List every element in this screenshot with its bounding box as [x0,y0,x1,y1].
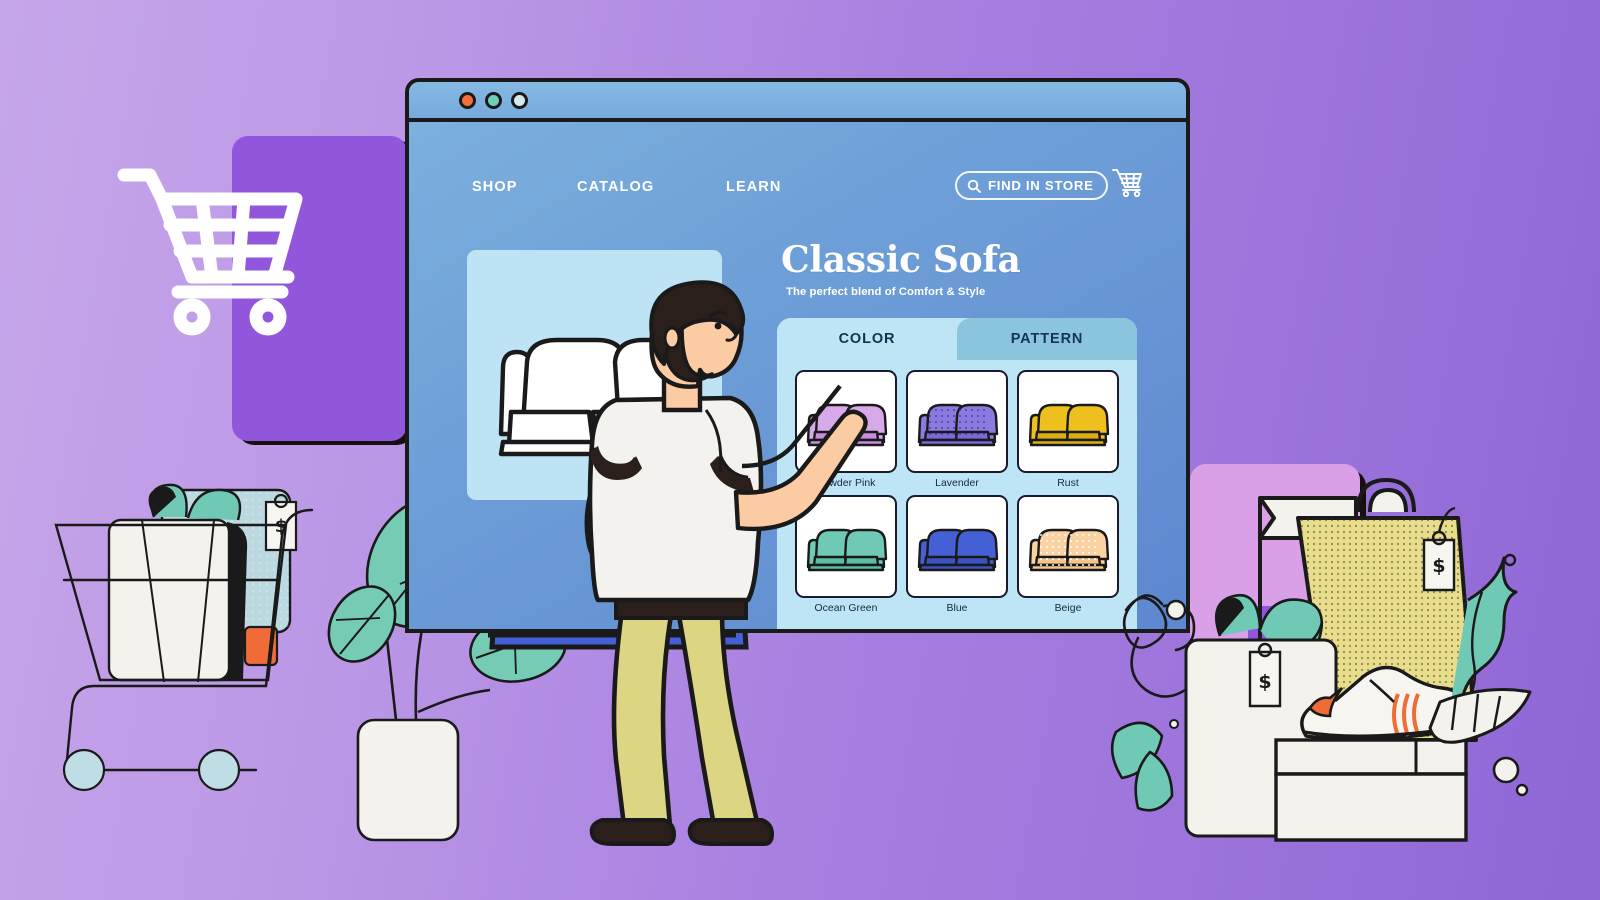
color-swatch-grid: Powder Pink Lavender Rust Ocean Green Bl… [795,370,1119,614]
sofa-thumb-icon [1028,528,1110,571]
close-dot[interactable] [459,91,476,109]
tab-pattern[interactable]: PATTERN [957,318,1137,360]
nav-catalog[interactable]: CATALOG [577,179,654,195]
swatch-lavender[interactable]: Lavender [906,370,1008,489]
page-title: Classic Sofa [781,239,1021,281]
swatch-thumb[interactable] [906,495,1008,598]
svg-text:$: $ [1432,555,1445,577]
shopper-man [584,280,868,846]
shopping-cart-icon [117,168,303,336]
option-tabs: COLOR PATTERN [777,318,1137,360]
swatch-thumb[interactable] [906,370,1008,473]
swatch-thumb[interactable] [1017,370,1119,473]
shopping-cart-icon[interactable] [1111,168,1143,198]
shoe-box [1274,738,1468,842]
nav-learn[interactable]: LEARN [726,179,781,195]
leaf-cluster-left [1110,721,1174,812]
site-nav: SHOP CATALOG LEARN FIND IN STORE [409,168,1186,204]
swatch-label: Lavender [935,478,979,489]
sofa-thumb-icon [917,528,999,571]
swatch-blue[interactable]: Blue [906,495,1008,614]
find-in-store-button[interactable]: FIND IN STORE [955,171,1108,200]
swatch-thumb[interactable] [1017,495,1119,598]
maximize-dot[interactable] [511,91,528,109]
swatch-label: Beige [1054,603,1082,614]
sofa-thumb-icon [1028,403,1110,446]
sofa-thumb-icon [917,403,999,446]
swatch-label: Ocean Green [814,603,878,614]
find-in-store-label: FIND IN STORE [988,178,1094,193]
shopping-items-cluster: $ $ [1110,477,1532,842]
minimize-dot[interactable] [485,91,502,109]
title-bar [409,82,1186,122]
search-icon [967,179,981,193]
swatch-beige[interactable]: Beige [1017,495,1119,614]
nav-shop[interactable]: SHOP [472,179,518,195]
svg-text:$: $ [1258,671,1271,693]
swatch-label: Rust [1057,478,1079,489]
swatch-rust[interactable]: Rust [1017,370,1119,489]
swatch-label: Blue [946,603,968,614]
illustration-canvas: $ SHOP CATALOG LEARN FIND IN STORE Class… [0,0,1600,900]
